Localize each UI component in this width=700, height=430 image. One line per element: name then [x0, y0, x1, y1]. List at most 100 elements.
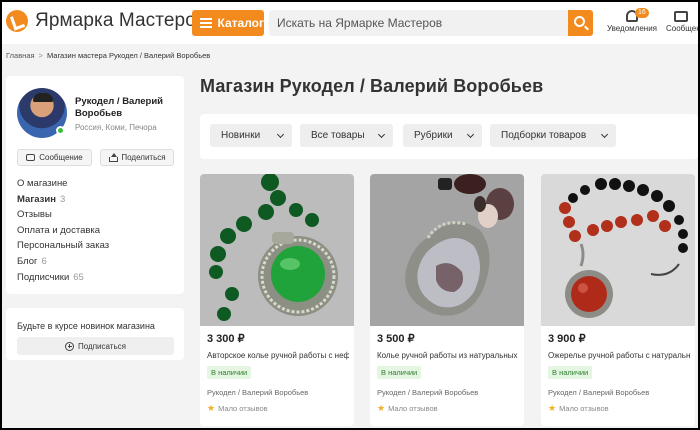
notifications-badge: 16	[635, 8, 649, 18]
breadcrumb-separator: >	[38, 51, 43, 60]
breadcrumb: Главная > Магазин мастера Рукодел / Валери…	[6, 51, 210, 60]
product-title[interactable]: Ожерелье ручной работы с натуральными ка…	[548, 351, 690, 360]
product-price: 3 300 ₽	[207, 333, 245, 345]
sidebar-item-subscribers[interactable]: Подписчики 65	[17, 270, 109, 286]
sidebar-item-about[interactable]: О магазине	[17, 176, 109, 192]
search-placeholder: Искать на Ярмарке Мастеров	[277, 16, 443, 30]
site-header: Ярмарка Мастеров Каталог Искать на Ярмар…	[2, 2, 698, 44]
sidebar-item-label: Отзывы	[17, 209, 52, 221]
reviews-label: Мало отзывов	[559, 404, 609, 413]
star-icon: ★	[377, 403, 386, 413]
message-button-label: Сообщение	[39, 153, 83, 162]
filter-all-goods[interactable]: Все товары	[300, 124, 393, 147]
sidebar-item-count: 6	[41, 255, 47, 267]
logo-icon	[6, 10, 28, 32]
sidebar-item-custom-order[interactable]: Персональный заказ	[17, 238, 109, 254]
breadcrumb-current: Магазин мастера Рукодел / Валерий Воробь…	[46, 51, 211, 60]
product-image[interactable]	[200, 174, 354, 326]
chat-icon	[26, 154, 36, 161]
envelope-icon	[674, 11, 688, 22]
seller-name[interactable]: Рукодел / Валерий Воробьев	[377, 388, 478, 397]
availability-badge: В наличии	[207, 366, 252, 379]
sidebar-item-blog[interactable]: Блог 6	[17, 254, 109, 270]
search-input[interactable]: Искать на Ярмарке Мастеров	[269, 10, 569, 36]
product-card[interactable]: 3 300 ₽ Авторское колье ручной работы с …	[200, 174, 354, 426]
chevron-down-icon	[276, 130, 285, 139]
search-button[interactable]	[568, 10, 593, 36]
product-card[interactable]: 3 500 ₽ Колье ручной работы из натуральн…	[370, 174, 524, 426]
filter-categories[interactable]: Рубрики	[403, 124, 482, 147]
seller-name[interactable]: Рукодел / Валерий Воробьев	[548, 388, 649, 397]
menu-icon	[200, 18, 212, 28]
sidebar-item-reviews[interactable]: Отзывы	[17, 207, 109, 223]
subscribe-title: Будьте в курсе новинок магазина	[17, 321, 155, 331]
sidebar-item-label: О магазине	[17, 178, 68, 189]
product-image-svg	[541, 174, 695, 326]
subscribe-card: Будьте в курсе новинок магазина Подписат…	[6, 308, 184, 360]
online-status-icon	[56, 126, 65, 135]
sidebar-item-count: 65	[73, 271, 84, 283]
filter-collections[interactable]: Подборки товаров	[490, 124, 616, 147]
sidebar-item-label: Персональный заказ	[17, 240, 110, 252]
filter-label: Подборки товаров	[501, 130, 587, 141]
star-icon: ★	[548, 403, 557, 413]
chevron-down-icon	[377, 130, 386, 139]
shop-nav: О магазине Магазин 3 Отзывы Оплата и дост…	[17, 176, 109, 285]
sidebar-item-label: Магазин	[17, 193, 56, 205]
filter-label: Новинки	[221, 130, 261, 141]
shop-name[interactable]: Рукодел / Валерий Воробьев	[75, 96, 175, 120]
logo[interactable]: Ярмарка Мастеров	[6, 10, 206, 32]
reviews-info: ★ Мало отзывов	[377, 403, 438, 414]
messages-label: Сообщени	[666, 24, 698, 33]
reviews-label: Мало отзывов	[388, 404, 438, 413]
subscribe-button[interactable]: Подписаться	[17, 337, 174, 355]
messages-button[interactable]: Сообщени	[666, 8, 698, 33]
product-card[interactable]: 3 900 ₽ Ожерелье ручной работы с натурал…	[541, 174, 695, 426]
notifications-label: Уведомления	[606, 24, 658, 33]
sidebar-item-payment-delivery[interactable]: Оплата и доставка	[17, 223, 109, 239]
star-icon: ★	[207, 403, 216, 413]
plus-circle-icon	[65, 341, 75, 351]
seller-name[interactable]: Рукодел / Валерий Воробьев	[207, 388, 308, 397]
filter-new[interactable]: Новинки	[210, 124, 292, 147]
subscribe-button-label: Подписаться	[78, 341, 126, 351]
chevron-down-icon	[600, 130, 609, 139]
breadcrumb-home[interactable]: Главная	[6, 51, 35, 60]
sidebar-item-label: Блог	[17, 255, 38, 267]
share-button[interactable]: Поделиться	[100, 149, 174, 166]
sidebar-item-count: 3	[59, 193, 66, 205]
reviews-info: ★ Мало отзывов	[548, 403, 609, 414]
catalog-label: Каталог	[217, 16, 265, 30]
sidebar-item-label: Оплата и доставка	[17, 224, 101, 236]
product-image[interactable]	[541, 174, 695, 326]
product-image-svg	[370, 174, 524, 326]
chevron-down-icon	[466, 130, 475, 139]
filter-label: Рубрики	[414, 130, 453, 141]
reviews-info: ★ Мало отзывов	[207, 403, 268, 414]
logo-text: Ярмарка Мастеров	[35, 10, 207, 31]
share-button-label: Поделиться	[121, 153, 166, 162]
reviews-label: Мало отзывов	[218, 404, 268, 413]
avatar-hair	[33, 93, 53, 102]
availability-badge: В наличии	[377, 366, 422, 379]
message-button[interactable]: Сообщение	[17, 149, 92, 166]
product-title[interactable]: Авторское колье ручной работы с нефритом	[207, 351, 349, 360]
product-price: 3 900 ₽	[548, 333, 586, 345]
filter-label: Все товары	[311, 130, 365, 141]
filter-bar: Новинки Все товары Рубрики Подборки това…	[200, 114, 698, 159]
shop-location: Россия, Коми, Печора	[75, 123, 157, 132]
share-icon	[108, 153, 119, 162]
catalog-button[interactable]: Каталог	[192, 10, 264, 36]
product-price: 3 500 ₽	[377, 333, 415, 345]
notifications-button[interactable]: 16 Уведомления	[606, 8, 658, 33]
product-image[interactable]	[370, 174, 524, 326]
page-title: Магазин Рукодел / Валерий Воробьев	[200, 76, 544, 96]
product-image-svg	[200, 174, 354, 326]
availability-badge: В наличии	[548, 366, 593, 379]
sidebar-item-shop[interactable]: Магазин 3	[17, 192, 109, 208]
search-icon	[574, 16, 585, 27]
product-title[interactable]: Колье ручной работы из натуральных камне…	[377, 351, 519, 360]
shop-profile-card: Рукодел / Валерий Воробьев Россия, Коми,…	[6, 76, 184, 294]
sidebar-item-label: Подписчики	[17, 271, 70, 283]
page-frame: Ярмарка Мастеров Каталог Искать на Ярмар…	[2, 2, 698, 428]
